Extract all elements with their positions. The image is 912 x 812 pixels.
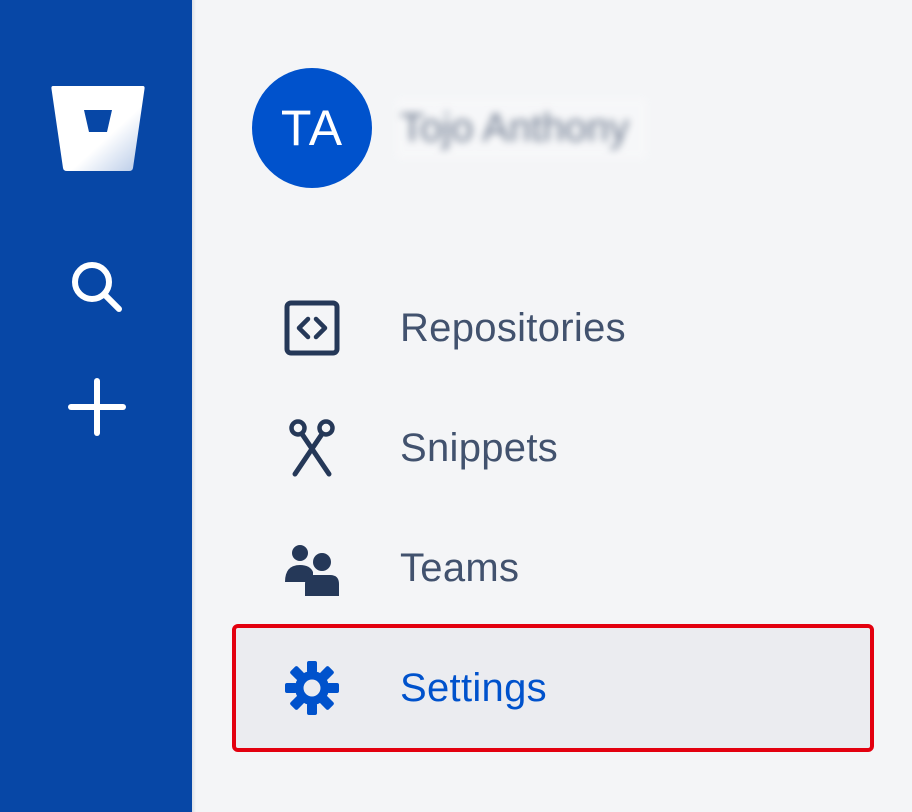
scissors-icon (282, 418, 342, 478)
profile-name[interactable]: Tojo Anthony (396, 97, 648, 159)
gear-icon (282, 658, 342, 718)
global-nav-rail (0, 0, 192, 812)
code-bracket-icon (282, 298, 342, 358)
search-icon[interactable] (62, 252, 132, 322)
avatar-initials: TA (280, 100, 344, 156)
sidebar-item-settings[interactable]: Settings (232, 624, 874, 752)
sidebar-item-label: Snippets (400, 425, 559, 470)
people-icon (282, 538, 342, 598)
sidebar-item-label: Teams (400, 545, 520, 590)
plus-icon[interactable] (62, 372, 132, 442)
sidebar-item-repositories[interactable]: Repositories (236, 272, 870, 384)
app-window: TA Tojo Anthony Repositories Snippets Te… (0, 0, 912, 812)
bitbucket-logo-icon[interactable] (46, 78, 150, 176)
container-sidebar: TA Tojo Anthony Repositories Snippets Te… (196, 0, 912, 812)
avatar[interactable]: TA (252, 68, 372, 188)
sidebar-item-snippets[interactable]: Snippets (236, 392, 870, 504)
profile-header[interactable]: TA Tojo Anthony (252, 68, 648, 188)
sidebar-item-teams[interactable]: Teams (236, 512, 870, 624)
sidebar-item-label: Repositories (400, 305, 626, 350)
sidebar-item-label: Settings (400, 665, 547, 710)
